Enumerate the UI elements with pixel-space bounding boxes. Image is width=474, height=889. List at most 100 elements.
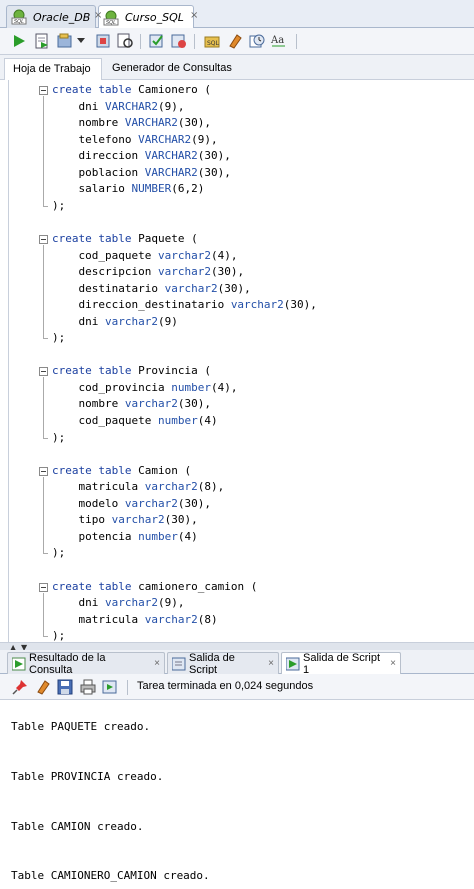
fold-guide [43,244,44,339]
document-tab-bar: SQL Oracle_DB SQL Curso_SQL × × [0,0,474,29]
code-line: potencia number(4) [52,529,198,543]
output-line: Table CAMION creado. [11,820,144,833]
sql-type: varchar2 [164,281,218,295]
sql-type: varchar2 [230,298,284,312]
format-case-icon[interactable]: Aa [270,32,288,50]
close-tab-icon[interactable]: × [268,658,274,669]
sql-type: number [157,414,198,427]
code-line: dni VARCHAR2(9), [52,99,185,113]
clear-icon[interactable] [226,32,244,50]
run-script-icon[interactable] [33,32,51,50]
fold-guide [43,592,44,637]
code-line: nombre VARCHAR2(30), [52,116,211,130]
run-statement-icon[interactable] [10,32,28,50]
svg-text:SQL: SQL [14,19,24,25]
sql-type: VARCHAR2 [104,99,158,113]
output-line: Table PAQUETE creado. [11,720,151,733]
autotrace-icon[interactable] [94,32,112,50]
editor-gutter-border [8,80,9,642]
sql-type: VARCHAR2 [144,149,198,163]
fold-toggle-icon[interactable] [39,86,48,95]
sql-type: VARCHAR2 [144,165,198,179]
code-line: create table Camionero ( [52,83,211,96]
sql-type: varchar2 [104,314,158,328]
dropdown-arrow-icon[interactable] [76,32,86,50]
code-line: cod_paquete number(4) [52,414,218,427]
fold-toggle-icon[interactable] [39,582,48,592]
tab-curso-sql[interactable]: SQL Curso_SQL [98,5,194,29]
unshared-sql-icon[interactable]: SQL [203,32,221,50]
history-icon[interactable] [248,32,266,50]
code-line: direccion_destinatario varchar2(30), [52,298,317,312]
tab-label: Resultado de la Consulta [29,651,106,676]
code-line: ); [52,546,66,560]
panel-splitter[interactable]: ▲ ▼ [0,642,474,652]
code-line: ); [52,198,66,212]
code-line: direccion VARCHAR2(30), [52,149,231,163]
fold-toggle-icon[interactable] [39,466,48,476]
clear-output-icon[interactable] [35,679,51,695]
close-tab-icon[interactable]: × [94,10,102,21]
toolbar-separator [194,34,195,49]
fold-guide-end [43,338,48,340]
fold-toggle-icon[interactable] [39,367,48,377]
close-tab-icon[interactable]: × [390,658,396,669]
sql-type: varchar2 [144,480,198,494]
tab-label: Salida de Script [189,651,235,676]
query-result-icon [11,657,26,671]
save-icon[interactable] [57,679,73,695]
code-line: salario NUMBER(6,2) [52,182,205,196]
output-toolbar: Tarea terminada en 0,024 segundos [0,674,474,700]
code-line: ); [52,629,66,642]
sql-type: number [171,380,211,394]
sql-type: varchar2 [124,496,178,510]
code-line: ); [52,331,66,345]
tab-hoja-de-trabajo[interactable]: Hoja de Trabajo [4,58,102,80]
fold-toggle-icon[interactable] [39,234,48,244]
svg-text:Aa: Aa [270,35,284,46]
toolbar-separator [296,34,297,49]
open-file-icon[interactable] [102,679,118,695]
explain-plan-icon[interactable] [116,32,134,50]
close-tab-icon[interactable]: × [154,658,160,669]
code-line: tipo varchar2(30), [52,513,198,527]
sql-editor[interactable]: create table Camionero ( dni VARCHAR2(9)… [0,80,474,642]
sql-type: varchar2 [157,265,211,279]
sql-keyword: create table [52,463,132,477]
tab-label: Curso_SQL [125,11,184,24]
code-line: matricula varchar2(8), [52,480,225,494]
fold-guide [43,476,44,554]
sql-keyword: create table [52,579,132,593]
commit-icon[interactable] [148,32,166,50]
worksheet-toolbar: SQL Aa [0,28,474,55]
tab-salida-de-script[interactable]: Salida de Script × [167,651,279,676]
fold-guide-end [43,636,48,638]
sql-worksheet-icon: SQL [103,10,121,26]
fold-guide-end [43,553,48,555]
output-line: Table PROVINCIA creado. [11,770,164,783]
sql-tuning-icon[interactable] [56,32,74,50]
svg-text:SQL: SQL [106,20,116,26]
sql-type: varchar2 [157,248,211,262]
code-line: poblacion VARCHAR2(30), [52,165,231,179]
rollback-icon[interactable] [170,32,188,50]
tab-generador-de-consultas[interactable]: Generador de Consultas [104,58,244,80]
tab-salida-de-script-1[interactable]: Salida de Script 1 × [281,652,401,676]
script-output-icon [171,657,186,671]
code-line: telefono VARCHAR2(9), [52,132,218,146]
code-line: descripcion varchar2(30), [52,265,245,279]
pin-icon[interactable] [12,679,28,695]
code-line: dni varchar2(9), [52,596,185,610]
tab-oracle-db[interactable]: SQL Oracle_DB [6,5,96,28]
tab-resultado-de-la-consulta[interactable]: Resultado de la Consulta × [7,651,165,676]
svg-text:SQL: SQL [207,40,220,47]
script-output: Table PAQUETE creado. Table PROVINCIA cr… [0,700,474,889]
code-line: dni varchar2(9) [52,314,178,328]
code-line: destinatario varchar2(30), [52,281,251,295]
code-line: matricula varchar2(8) [52,612,218,626]
toolbar-separator [127,680,128,695]
print-icon[interactable] [80,679,96,695]
code-line: modelo varchar2(30), [52,496,211,510]
close-tab-icon[interactable]: × [190,10,198,21]
fold-guide-end [43,205,48,207]
